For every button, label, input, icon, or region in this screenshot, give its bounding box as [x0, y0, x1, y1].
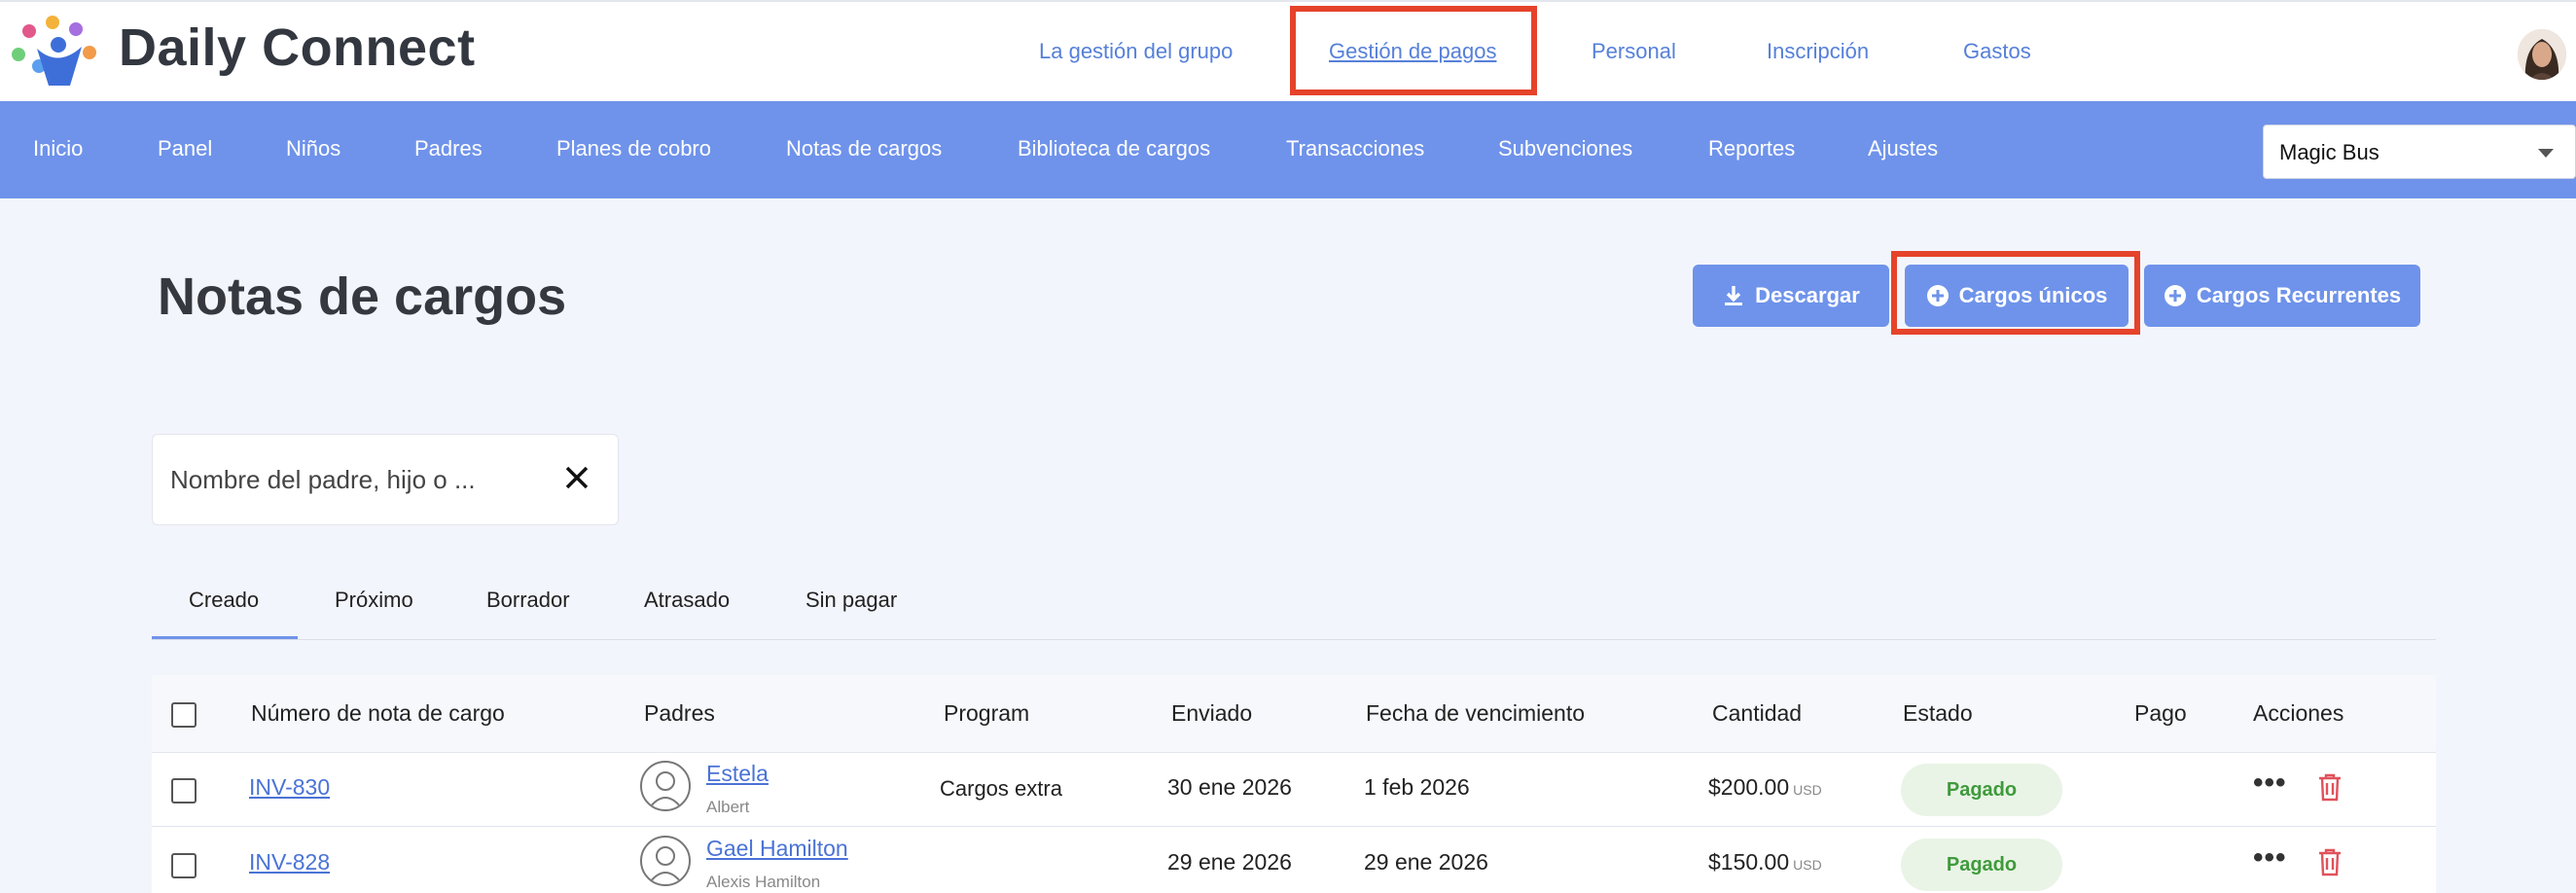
table-row: INV-830 Estela Albert Cargos extra 30 en… — [152, 753, 2436, 827]
invoice-number-link[interactable]: INV-828 — [249, 849, 330, 875]
user-avatar[interactable] — [2518, 29, 2566, 80]
nav-item-invoices[interactable]: Notas de cargos — [786, 136, 942, 161]
tab-draft[interactable]: Borrador — [486, 588, 570, 613]
column-header-payment[interactable]: Pago — [2134, 700, 2187, 727]
due-date: 1 feb 2026 — [1364, 774, 1470, 800]
top-nav-payment-management[interactable]: Gestión de pagos — [1329, 39, 1496, 64]
currency-code: USD — [1793, 782, 1822, 798]
brand-name: Daily Connect — [119, 18, 476, 77]
invoice-number-link[interactable]: INV-830 — [249, 774, 330, 801]
column-header-status[interactable]: Estado — [1903, 700, 1973, 727]
location-select-value: Magic Bus — [2279, 140, 2379, 164]
highlight-invoices-tab — [0, 101, 243, 198]
table-row: INV-828 Gael Hamilton Alexis Hamilton 29… — [152, 828, 2436, 893]
column-header-parents[interactable]: Padres — [644, 700, 715, 727]
column-header-sent[interactable]: Enviado — [1171, 700, 1252, 727]
column-header-amount[interactable]: Cantidad — [1712, 700, 1802, 727]
due-date: 29 ene 2026 — [1364, 849, 1488, 875]
nav-item-subsidies[interactable]: Subvenciones — [1498, 136, 1632, 161]
daily-connect-logo-icon[interactable] — [10, 14, 103, 88]
parent-name-link[interactable]: Estela — [706, 761, 769, 787]
active-tab-indicator — [152, 636, 298, 639]
program-name: Cargos extra — [940, 776, 1062, 801]
close-icon[interactable] — [555, 456, 598, 499]
row-checkbox[interactable] — [171, 853, 197, 878]
more-actions-icon[interactable]: ••• — [2253, 767, 2287, 800]
top-nav-enrollment[interactable]: Inscripción — [1767, 39, 1869, 64]
child-name: Albert — [706, 798, 750, 816]
top-header: Daily Connect La gestión del grupo Gesti… — [0, 0, 2576, 101]
invoice-status-tabs: Creado Próximo Borrador Atrasado Sin pag… — [152, 568, 2436, 640]
nav-item-reports[interactable]: Reportes — [1708, 136, 1795, 161]
page-title: Notas de cargos — [158, 268, 567, 326]
parent-avatar — [640, 761, 691, 811]
download-button[interactable]: Descargar — [1693, 265, 1889, 327]
trash-icon[interactable] — [2317, 847, 2343, 876]
column-header-due-date[interactable]: Fecha de vencimiento — [1366, 700, 1585, 727]
sent-date: 30 ene 2026 — [1167, 774, 1292, 800]
currency-code: USD — [1793, 857, 1822, 873]
sent-date: 29 ene 2026 — [1167, 849, 1292, 875]
row-checkbox[interactable] — [171, 778, 197, 804]
amount-value: $150.00 — [1708, 849, 1790, 875]
recurring-charges-button[interactable]: Cargos Recurrentes — [2144, 265, 2420, 327]
nav-item-settings[interactable]: Ajustes — [1868, 136, 1938, 161]
location-select[interactable]: Magic Bus — [2263, 125, 2576, 179]
nav-item-charge-library[interactable]: Biblioteca de cargos — [1018, 136, 1210, 161]
column-header-invoice-number[interactable]: Número de nota de cargo — [251, 700, 505, 727]
main-nav: Inicio Panel Niños Padres Planes de cobr… — [0, 101, 2576, 198]
amount: $150.00 USD — [1708, 849, 1822, 875]
amount: $200.00 USD — [1708, 774, 1822, 801]
top-nav-staff[interactable]: Personal — [1592, 39, 1676, 64]
highlight-one-time-charges — [1891, 251, 2140, 335]
more-actions-icon[interactable]: ••• — [2253, 841, 2287, 875]
search-input[interactable] — [170, 462, 540, 497]
invoices-table: Número de nota de cargo Padres Program E… — [152, 675, 2436, 893]
nav-item-parents[interactable]: Padres — [414, 136, 483, 161]
download-icon — [1725, 286, 1743, 305]
column-header-program[interactable]: Program — [944, 700, 1029, 727]
tab-unpaid[interactable]: Sin pagar — [805, 588, 897, 613]
table-header: Número de nota de cargo Padres Program E… — [152, 675, 2436, 753]
parent-avatar — [640, 836, 691, 886]
child-name: Alexis Hamilton — [706, 873, 821, 891]
plus-circle-icon — [2164, 285, 2186, 306]
chevron-down-icon — [2538, 149, 2554, 158]
status-badge: Pagado — [1901, 764, 2062, 816]
download-button-label: Descargar — [1755, 283, 1860, 307]
parent-name-link[interactable]: Gael Hamilton — [706, 836, 848, 862]
recurring-charges-label: Cargos Recurrentes — [2196, 283, 2402, 307]
tab-overdue[interactable]: Atrasado — [644, 588, 730, 613]
amount-value: $200.00 — [1708, 774, 1790, 800]
column-header-actions: Acciones — [2253, 700, 2344, 726]
nav-item-transactions[interactable]: Transacciones — [1286, 136, 1424, 161]
status-badge: Pagado — [1901, 839, 2062, 891]
nav-item-children[interactable]: Niños — [286, 136, 340, 161]
select-all-checkbox[interactable] — [171, 702, 197, 728]
nav-item-billing-plans[interactable]: Planes de cobro — [556, 136, 711, 161]
top-nav-expenses[interactable]: Gastos — [1963, 39, 2031, 64]
tab-upcoming[interactable]: Próximo — [335, 588, 413, 613]
tab-created[interactable]: Creado — [189, 588, 259, 613]
search-box — [152, 434, 619, 525]
top-nav-group-management[interactable]: La gestión del grupo — [1039, 39, 1233, 64]
trash-icon[interactable] — [2317, 772, 2343, 802]
